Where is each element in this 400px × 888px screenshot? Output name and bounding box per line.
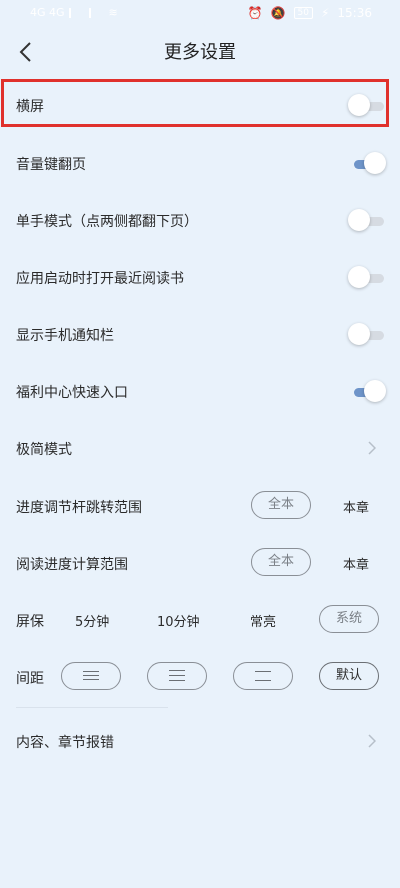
setting-row-minimal-mode[interactable]: 极简模式 [0,421,400,477]
setting-row-progress-calc: 阅读进度计算范围 全本 本章 [0,536,400,592]
toggle-knob [348,323,370,345]
toggle-knob [348,209,370,231]
toggle-knob [348,94,370,116]
setting-label: 福利中心快速入口 [16,385,128,401]
screen-saver-option-system[interactable]: 系统 [319,605,379,633]
page-title: 更多设置 [164,42,236,63]
spacing-option-compact[interactable] [61,662,121,690]
wifi-icon: ≋ [108,6,118,19]
setting-row-progress-jump: 进度调节杆跳转范围 全本 本章 [0,479,400,535]
setting-label: 音量键翻页 [16,157,86,173]
signal-icon [68,7,85,18]
header: 更多设置 [0,30,400,74]
screen-saver-option-5min[interactable]: 5分钟 [75,611,109,630]
setting-label: 间距 [16,671,44,687]
welfare-entry-toggle[interactable] [350,380,386,404]
setting-label: 极简模式 [16,442,72,458]
spacing-loose-icon [255,670,271,682]
signal-icon-2 [88,7,105,18]
setting-row-landscape[interactable]: 横屏 [0,78,400,134]
setting-label: 屏保 [16,614,44,630]
status-left: 4G 4G ≋ [30,6,118,19]
status-bar: 4G 4G ≋ ⏰ 🔕 50 ⚡ 15:36 [0,0,400,28]
setting-label: 进度调节杆跳转范围 [16,500,142,516]
spacing-medium-icon [169,669,185,682]
setting-row-screen-saver: 屏保 5分钟 10分钟 常亮 系统 [0,593,400,649]
setting-row-one-hand[interactable]: 单手模式（点两侧都翻下页） [0,193,400,249]
progress-calc-option-chapter[interactable]: 本章 [343,554,369,573]
mute-icon: 🔕 [270,6,286,20]
status-time: 15:36 [337,6,372,20]
setting-label: 单手模式（点两侧都翻下页） [16,214,198,230]
charging-icon: ⚡ [320,6,330,20]
progress-jump-option-full[interactable]: 全本 [251,491,311,519]
network-text: 4G 4G [30,6,65,19]
setting-row-show-notify[interactable]: 显示手机通知栏 [0,307,400,363]
landscape-toggle[interactable] [348,94,386,118]
spacing-option-loose[interactable] [233,662,293,690]
progress-calc-option-full[interactable]: 全本 [251,548,311,576]
setting-row-welfare-entry[interactable]: 福利中心快速入口 [0,364,400,420]
screen-saver-option-always[interactable]: 常亮 [250,611,276,630]
toggle-knob [364,152,386,174]
spacing-option-medium[interactable] [147,662,207,690]
volume-page-toggle[interactable] [350,152,386,176]
setting-row-spacing: 间距 默认 [0,650,400,706]
setting-label: 应用启动时打开最近阅读书 [16,271,184,287]
battery-icon: 50 [293,7,313,19]
chevron-right-icon [368,441,376,455]
setting-row-report[interactable]: 内容、章节报错 [0,714,400,770]
screen-saver-option-10min[interactable]: 10分钟 [157,611,200,630]
chevron-right-icon [368,734,376,748]
spacing-option-default[interactable]: 默认 [319,662,379,690]
show-notify-toggle[interactable] [348,323,386,347]
alarm-icon: ⏰ [247,6,263,20]
toggle-knob [348,266,370,288]
toggle-knob [364,380,386,402]
one-hand-toggle[interactable] [348,209,386,233]
progress-jump-option-chapter[interactable]: 本章 [343,497,369,516]
setting-row-open-recent[interactable]: 应用启动时打开最近阅读书 [0,250,400,306]
setting-label: 横屏 [16,99,44,115]
setting-label: 阅读进度计算范围 [16,557,128,573]
setting-row-volume-page[interactable]: 音量键翻页 [0,136,400,192]
divider [16,707,168,708]
status-right: ⏰ 🔕 50 ⚡ 15:36 [248,6,372,20]
open-recent-toggle[interactable] [348,266,386,290]
setting-label: 内容、章节报错 [16,735,114,751]
spacing-compact-icon [83,670,99,682]
setting-label: 显示手机通知栏 [16,328,114,344]
